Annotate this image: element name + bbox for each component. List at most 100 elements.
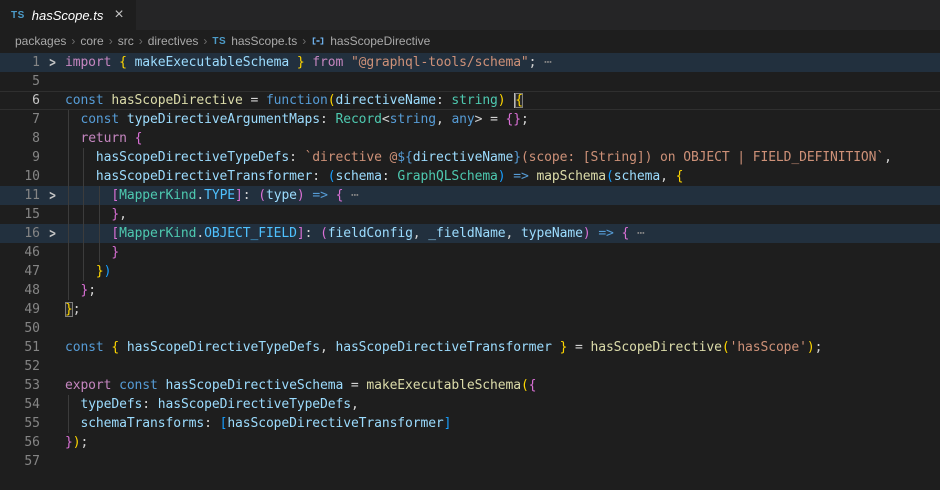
breadcrumb-item-file[interactable]: hasScope.ts bbox=[231, 34, 297, 48]
line-number[interactable]: 57 bbox=[0, 452, 40, 471]
line-number[interactable]: 47 bbox=[0, 262, 40, 281]
code-line[interactable]: 52 bbox=[0, 357, 940, 376]
code-text: import { makeExecutableSchema } from "@g… bbox=[65, 53, 940, 72]
code-text: }; bbox=[65, 300, 940, 319]
indent-guide bbox=[68, 129, 69, 148]
indent-guide bbox=[83, 205, 84, 224]
code-line[interactable]: 7 const typeDirectiveArgumentMaps: Recor… bbox=[0, 110, 940, 129]
code-line[interactable]: 8 return { bbox=[0, 129, 940, 148]
line-number[interactable]: 16 bbox=[0, 224, 40, 243]
symbol-variable-icon bbox=[311, 34, 325, 48]
code-line[interactable]: 53 export const hasScopeDirectiveSchema =… bbox=[0, 376, 940, 395]
editor-lines: 1>import { makeExecutableSchema } from "… bbox=[0, 53, 940, 471]
line-number[interactable]: 11 bbox=[0, 186, 40, 205]
line-number[interactable]: 54 bbox=[0, 395, 40, 414]
line-number[interactable]: 8 bbox=[0, 129, 40, 148]
code-line[interactable]: 16> [MapperKind.OBJECT_FIELD]: (fieldCon… bbox=[0, 224, 940, 243]
breadcrumb-item-packages[interactable]: packages bbox=[15, 34, 66, 48]
breadcrumb-item-directives[interactable]: directives bbox=[148, 34, 199, 48]
indent-guide bbox=[83, 262, 84, 281]
code-editor[interactable]: 1>import { makeExecutableSchema } from "… bbox=[0, 52, 940, 471]
line-number[interactable]: 6 bbox=[0, 91, 40, 110]
line-number[interactable]: 51 bbox=[0, 338, 40, 357]
code-line[interactable]: 9 hasScopeDirectiveTypeDefs: `directive … bbox=[0, 148, 940, 167]
indent-guide bbox=[99, 243, 100, 262]
indent-guide bbox=[68, 243, 69, 262]
indent-guide bbox=[68, 186, 69, 205]
code-line[interactable]: 50 bbox=[0, 319, 940, 338]
editor-tab-bar: TS hasScope.ts × bbox=[0, 0, 940, 30]
line-number[interactable]: 50 bbox=[0, 319, 40, 338]
code-line[interactable]: 55 schemaTransforms: [hasScopeDirectiveT… bbox=[0, 414, 940, 433]
code-text: hasScopeDirectiveTransformer: (schema: G… bbox=[65, 167, 940, 186]
code-text: return { bbox=[65, 129, 940, 148]
code-line[interactable]: 49}; bbox=[0, 300, 940, 319]
code-text: const typeDirectiveArgumentMaps: Record<… bbox=[65, 110, 940, 129]
code-line[interactable]: 57 bbox=[0, 452, 940, 471]
line-number[interactable]: 5 bbox=[0, 72, 40, 91]
close-icon[interactable]: × bbox=[114, 7, 123, 23]
code-text: } bbox=[65, 243, 940, 262]
code-text: export const hasScopeDirectiveSchema = m… bbox=[65, 376, 940, 395]
breadcrumb-item-src[interactable]: src bbox=[118, 34, 134, 48]
chevron-right-icon: › bbox=[139, 34, 143, 48]
indent-guide bbox=[68, 148, 69, 167]
code-text bbox=[65, 72, 940, 91]
line-number[interactable]: 7 bbox=[0, 110, 40, 129]
code-text: const { hasScopeDirectiveTypeDefs, hasSc… bbox=[65, 338, 940, 357]
gutter-spacer bbox=[40, 449, 65, 474]
line-number[interactable]: 52 bbox=[0, 357, 40, 376]
code-text: schemaTransforms: [hasScopeDirectiveTran… bbox=[65, 414, 940, 433]
code-line[interactable]: 46 } bbox=[0, 243, 940, 262]
indent-guide bbox=[68, 262, 69, 281]
line-number[interactable]: 53 bbox=[0, 376, 40, 395]
code-line[interactable]: 54 typeDefs: hasScopeDirectiveTypeDefs, bbox=[0, 395, 940, 414]
matched-bracket: { bbox=[515, 93, 523, 108]
line-number[interactable]: 1 bbox=[0, 53, 40, 72]
indent-guide bbox=[99, 205, 100, 224]
matched-bracket: } bbox=[65, 302, 73, 317]
code-text: typeDefs: hasScopeDirectiveTypeDefs, bbox=[65, 395, 940, 414]
tab-hasscope-ts[interactable]: TS hasScope.ts × bbox=[0, 0, 136, 30]
code-line[interactable]: 51 const { hasScopeDirectiveTypeDefs, has… bbox=[0, 338, 940, 357]
code-line[interactable]: 10 hasScopeDirectiveTransformer: (schema… bbox=[0, 167, 940, 186]
indent-guide bbox=[99, 186, 100, 205]
code-line[interactable]: 6 const hasScopeDirective = function(dire… bbox=[0, 91, 940, 110]
chevron-right-icon: › bbox=[302, 34, 306, 48]
line-number[interactable]: 10 bbox=[0, 167, 40, 186]
line-number[interactable]: 56 bbox=[0, 433, 40, 452]
line-number[interactable]: 15 bbox=[0, 205, 40, 224]
code-text: }) bbox=[65, 262, 940, 281]
breadcrumb-item-core[interactable]: core bbox=[80, 34, 103, 48]
code-text: [MapperKind.OBJECT_FIELD]: (fieldConfig,… bbox=[65, 224, 940, 243]
code-line[interactable]: 47 }) bbox=[0, 262, 940, 281]
line-number[interactable]: 55 bbox=[0, 414, 40, 433]
line-number[interactable]: 49 bbox=[0, 300, 40, 319]
code-text: const hasScopeDirective = function(direc… bbox=[65, 91, 940, 110]
indent-guide bbox=[68, 414, 69, 433]
code-line[interactable]: 15 }, bbox=[0, 205, 940, 224]
indent-guide bbox=[68, 167, 69, 186]
ts-file-icon: TS bbox=[11, 10, 25, 21]
indent-guide bbox=[99, 224, 100, 243]
code-line[interactable]: 11> [MapperKind.TYPE]: (type) => { ⋯ bbox=[0, 186, 940, 205]
breadcrumb-item-symbol[interactable]: hasScopeDirective bbox=[330, 34, 430, 48]
line-number[interactable]: 48 bbox=[0, 281, 40, 300]
indent-guide bbox=[68, 110, 69, 129]
indent-guide bbox=[83, 243, 84, 262]
line-number[interactable]: 9 bbox=[0, 148, 40, 167]
indent-guide bbox=[83, 224, 84, 243]
code-line[interactable]: 56}); bbox=[0, 433, 940, 452]
indent-guide bbox=[83, 148, 84, 167]
code-line[interactable]: 48 }; bbox=[0, 281, 940, 300]
code-line[interactable]: 5 bbox=[0, 72, 940, 91]
indent-guide bbox=[68, 395, 69, 414]
indent-guide bbox=[68, 224, 69, 243]
code-text bbox=[65, 357, 940, 376]
code-line[interactable]: 1>import { makeExecutableSchema } from "… bbox=[0, 53, 940, 72]
chevron-right-icon: › bbox=[71, 34, 75, 48]
code-text: }; bbox=[65, 281, 940, 300]
chevron-right-icon: › bbox=[203, 34, 207, 48]
line-number[interactable]: 46 bbox=[0, 243, 40, 262]
code-text: [MapperKind.TYPE]: (type) => { ⋯ bbox=[65, 186, 940, 205]
